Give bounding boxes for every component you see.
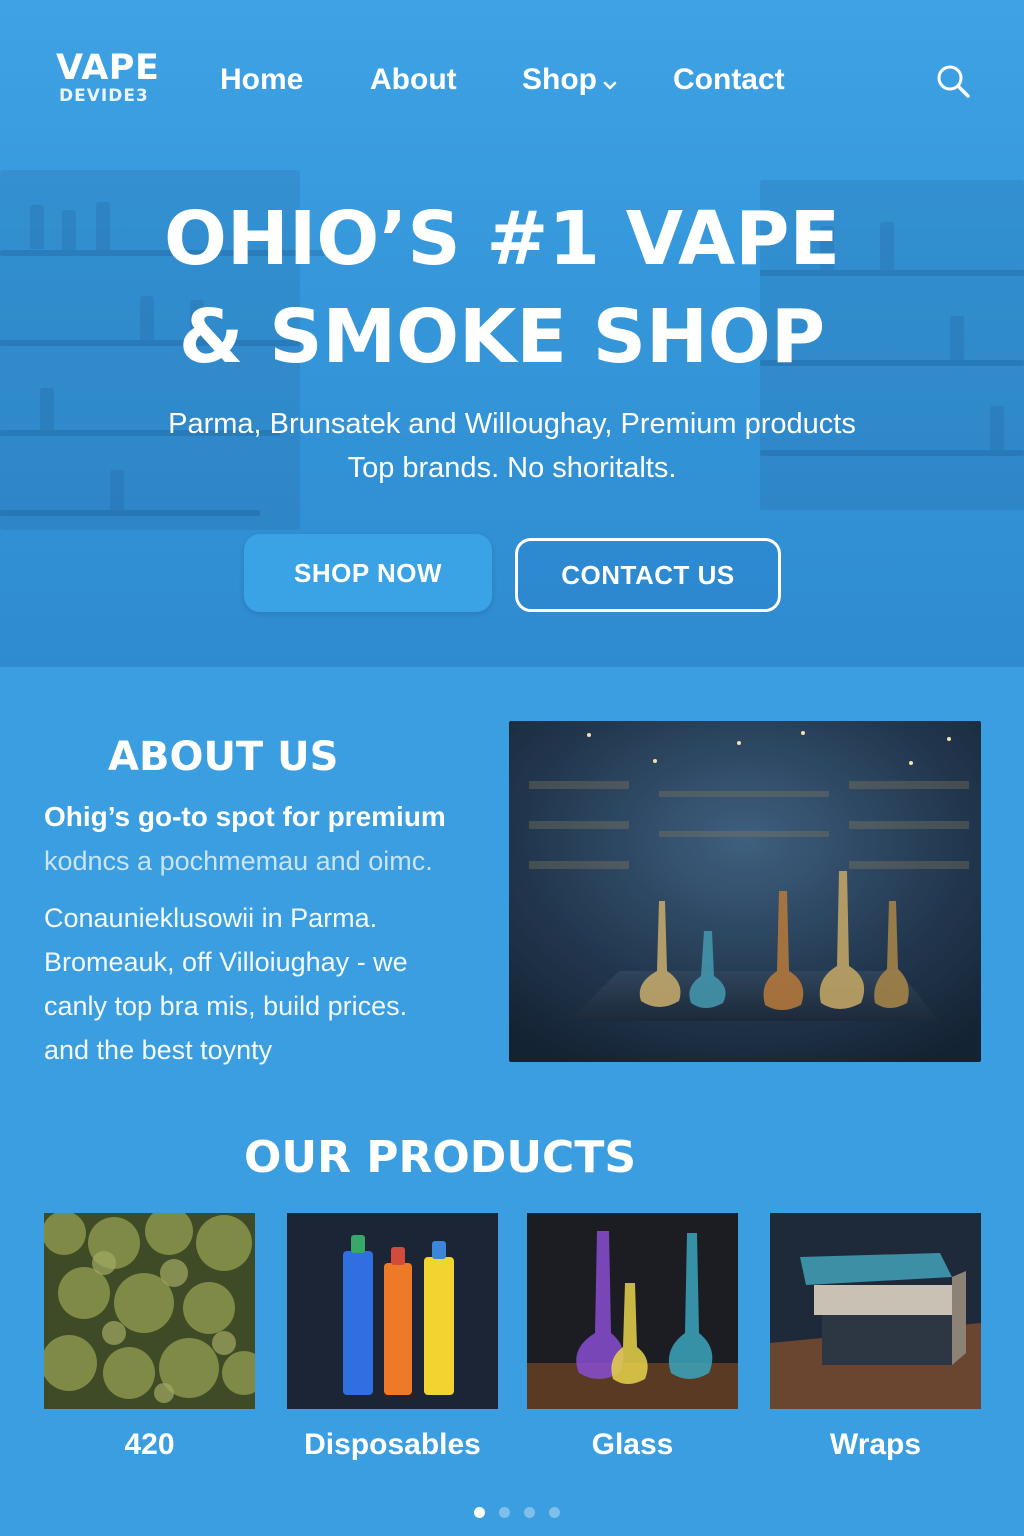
about-text-line-1: Ohig’s go-to spot for premium <box>44 801 446 832</box>
product-label-420: 420 <box>124 1428 175 1461</box>
about-text-line-2: kodncs a pochmemau and oimc. <box>44 846 433 876</box>
carousel-pagination <box>474 1507 560 1521</box>
product-image-420 <box>44 1213 255 1409</box>
hero-subtitle: Parma, Brunsatek and Willoughay, Premium… <box>0 402 1024 490</box>
about-text-line-3: Conaunieklusowii in Parma. <box>44 903 378 933</box>
product-card-wraps[interactable]: Wraps <box>770 1213 981 1465</box>
hero-title: OHIO’S #1 VAPE & SMOKE SHOP <box>0 190 1004 386</box>
products-title: OUR PRODUCTS <box>243 1132 637 1183</box>
top-navigation: VAPE DEVIDE3 Home About Shop Contact <box>0 0 1024 160</box>
brand-logo[interactable]: VAPE DEVIDE3 <box>56 50 176 106</box>
store-interior-image <box>509 721 981 1062</box>
carousel-dot-4[interactable] <box>549 1507 560 1518</box>
nav-link-shop[interactable]: Shop <box>522 60 617 101</box>
hero-subtitle-line-1: Parma, Brunsatek and Willoughay, Premium… <box>168 408 856 440</box>
search-icon[interactable] <box>934 62 974 102</box>
nav-link-contact[interactable]: Contact <box>673 60 785 100</box>
about-description: Ohig’s go-to spot for premium kodncs a p… <box>44 795 484 1072</box>
carousel-dot-2[interactable] <box>499 1507 510 1518</box>
nav-link-shop-label: Shop <box>522 63 597 96</box>
chevron-down-icon <box>603 61 617 101</box>
carousel-dot-3[interactable] <box>524 1507 535 1518</box>
about-text-line-5: canly top bra mis, build prices. <box>44 991 408 1021</box>
hero-title-line-1: OHIO’S #1 VAPE <box>163 196 840 282</box>
nav-link-about[interactable]: About <box>370 60 457 100</box>
hero-subtitle-line-2: Top brands. No shoritalts. <box>347 452 677 484</box>
contact-us-button[interactable]: CONTACT US <box>515 538 781 612</box>
hero-title-line-2: & SMOKE SHOP <box>178 294 826 380</box>
about-text-line-6: and the best toynty <box>44 1035 273 1065</box>
product-label-disposables: Disposables <box>304 1428 481 1461</box>
product-card-disposables[interactable]: Disposables <box>287 1213 498 1465</box>
hero-section: VAPE DEVIDE3 Home About Shop Contact OHI… <box>0 0 1024 667</box>
logo-wordmark: VAPE <box>56 48 160 88</box>
nav-link-home[interactable]: Home <box>220 60 303 100</box>
product-card-420[interactable]: 420 <box>44 1213 255 1465</box>
about-text-line-4: Bromeauk, off Villoiughay - we <box>44 947 408 977</box>
logo-subtext: DEVIDE3 <box>59 86 149 106</box>
product-label-glass: Glass <box>591 1428 674 1461</box>
shop-now-button[interactable]: SHOP NOW <box>244 534 492 612</box>
carousel-dot-1[interactable] <box>474 1507 485 1518</box>
about-title: ABOUT US <box>108 734 339 780</box>
product-label-wraps: Wraps <box>829 1428 922 1461</box>
product-image-glass <box>527 1213 738 1409</box>
product-card-glass[interactable]: Glass <box>527 1213 738 1465</box>
product-image-disposables <box>287 1213 498 1409</box>
about-section: ABOUT US Ohig’s go-to spot for premium k… <box>0 667 1024 1087</box>
product-image-wraps <box>770 1213 981 1409</box>
